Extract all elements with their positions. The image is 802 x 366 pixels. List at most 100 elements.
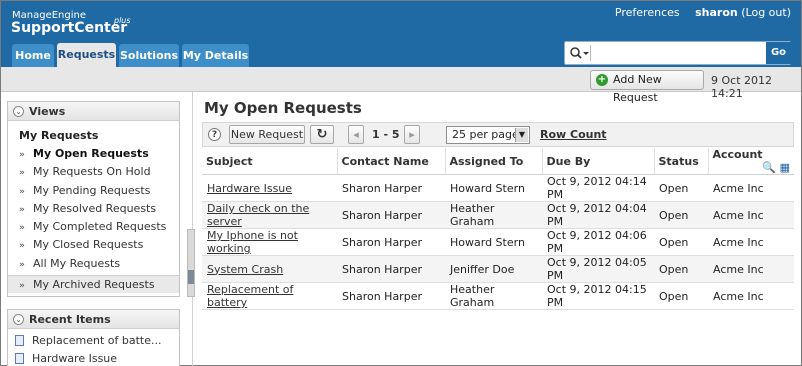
views-header[interactable]: ⌄ Views xyxy=(8,102,179,121)
due-by: Oct 9, 2012 04:15 PM xyxy=(542,282,654,310)
account: Acme Inc xyxy=(708,255,794,283)
contact-name: Sharon Harper xyxy=(337,201,445,229)
column-account-label: Account xyxy=(712,148,763,161)
recent-item-label: Replacement of batte... xyxy=(32,334,162,347)
new-request-button[interactable]: New Request xyxy=(229,125,305,144)
view-my-completed-requests[interactable]: » My Completed Requests xyxy=(8,218,179,236)
column-chooser-icon[interactable]: ▦ xyxy=(780,161,790,174)
table-row[interactable]: System Crash Sharon Harper Jeniffer Doe … xyxy=(202,255,794,283)
account: Acme Inc xyxy=(708,201,794,229)
column-contact-name[interactable]: Contact Name xyxy=(337,148,446,175)
prev-page-button[interactable]: ◂ xyxy=(348,125,364,144)
table-row[interactable]: My Iphone is not working Sharon Harper H… xyxy=(202,228,794,256)
double-chevron-icon: » xyxy=(19,223,25,234)
contact-name: Sharon Harper xyxy=(337,255,445,283)
assigned-to: Heather Graham xyxy=(445,201,542,229)
status: Open xyxy=(654,201,708,229)
request-subject-link[interactable]: Daily check on the server xyxy=(207,202,309,228)
chevron-down-icon xyxy=(583,52,589,55)
view-my-open-requests[interactable]: » My Open Requests xyxy=(8,145,179,163)
view-my-archived-requests[interactable]: » My Archived Requests xyxy=(8,275,179,294)
sidebar-splitter[interactable] xyxy=(187,229,195,297)
views-panel: ⌄ Views My Requests » My Open Requests » M… xyxy=(7,101,180,297)
account: Acme Inc xyxy=(708,228,794,256)
view-label: My Completed Requests xyxy=(33,220,167,234)
request-subject-link[interactable]: Hardware Issue xyxy=(207,182,292,195)
due-by: Oct 9, 2012 04:14 PM xyxy=(542,174,654,202)
collapse-icon[interactable]: ⌄ xyxy=(13,106,24,117)
status: Open xyxy=(654,174,708,202)
search-input[interactable] xyxy=(564,41,791,65)
view-my-requests-on-hold[interactable]: » My Requests On Hold xyxy=(8,163,179,181)
view-label: My Closed Requests xyxy=(33,238,144,252)
due-by: Oct 9, 2012 04:05 PM xyxy=(542,255,654,283)
tab-solutions[interactable]: Solutions xyxy=(119,44,179,67)
brand-product[interactable]: SupportCenter xyxy=(11,20,127,36)
logout-link[interactable]: (Log out) xyxy=(741,6,791,19)
due-by: Oct 9, 2012 04:04 PM xyxy=(542,201,654,229)
double-chevron-icon: » xyxy=(19,186,25,197)
grid-toolbar: ? New Request ↻ ◂ 1 - 5 ▸ 25 per page ▼ … xyxy=(202,122,794,147)
recent-item-label: Hardware Issue xyxy=(32,352,118,365)
double-chevron-icon: » xyxy=(19,204,25,215)
add-new-request-label: Add New Request xyxy=(613,73,662,104)
current-user: sharon xyxy=(695,6,738,19)
views-header-label: Views xyxy=(29,105,66,118)
search-icon[interactable]: 🔍 xyxy=(762,161,776,174)
collapse-arrow-icon[interactable] xyxy=(188,270,194,284)
due-by: Oct 9, 2012 04:06 PM xyxy=(542,228,654,256)
help-icon[interactable]: ? xyxy=(208,128,221,141)
add-new-request-button[interactable]: + Add New Request xyxy=(590,70,704,104)
search-scope-dropdown[interactable] xyxy=(568,45,591,61)
per-page-select[interactable]: 25 per page ▼ xyxy=(446,126,530,144)
account: Acme Inc xyxy=(708,174,794,202)
tab-my-details[interactable]: My Details xyxy=(182,44,249,67)
contact-name: Sharon Harper xyxy=(337,228,445,256)
table-row[interactable]: Replacement of battery Sharon Harper Hea… xyxy=(202,282,794,310)
tab-requests[interactable]: Requests xyxy=(57,43,116,67)
assigned-to: Howard Stern xyxy=(445,228,542,256)
column-due-by[interactable]: Due By xyxy=(542,148,655,175)
request-subject-link[interactable]: My Iphone is not working xyxy=(207,229,298,255)
request-subject-link[interactable]: Replacement of battery xyxy=(207,283,293,309)
double-chevron-icon: » xyxy=(19,241,25,252)
status: Open xyxy=(654,228,708,256)
assigned-to: Howard Stern xyxy=(445,174,542,202)
column-assigned-to[interactable]: Assigned To xyxy=(445,148,543,175)
tab-home[interactable]: Home xyxy=(12,44,54,67)
account: Acme Inc xyxy=(708,282,794,310)
plus-icon: + xyxy=(596,74,608,86)
chevron-right-icon: ▸ xyxy=(409,128,415,141)
chevron-down-icon: ▼ xyxy=(515,128,528,142)
next-page-button[interactable]: ▸ xyxy=(404,125,420,144)
view-label: My Open Requests xyxy=(33,147,149,160)
column-subject[interactable]: Subject xyxy=(202,148,338,175)
view-all-my-requests[interactable]: » All My Requests xyxy=(8,255,179,273)
assigned-to: Jeniffer Doe xyxy=(445,255,542,283)
preferences-link[interactable]: Preferences xyxy=(615,6,680,19)
per-page-value: 25 per page xyxy=(452,128,519,141)
recent-items-header[interactable]: ⌄ Recent Items xyxy=(8,310,179,329)
recent-item[interactable]: Replacement of batte... xyxy=(8,332,179,350)
refresh-button[interactable]: ↻ xyxy=(310,125,334,144)
view-my-resolved-requests[interactable]: » My Resolved Requests xyxy=(8,200,179,218)
view-my-pending-requests[interactable]: » My Pending Requests xyxy=(8,182,179,200)
column-status[interactable]: Status xyxy=(654,148,709,175)
table-row[interactable]: Hardware Issue Sharon Harper Howard Ster… xyxy=(202,174,794,202)
recent-item[interactable]: Hardware Issue xyxy=(8,350,179,366)
search-go-button[interactable]: Go xyxy=(766,42,791,64)
chevron-left-icon: ◂ xyxy=(353,128,359,141)
view-label: My Resolved Requests xyxy=(33,201,157,215)
table-header-row: Subject Contact Name Assigned To Due By … xyxy=(202,148,794,175)
collapse-icon[interactable]: ⌄ xyxy=(13,314,24,325)
column-account[interactable]: Account 🔍 ▦ xyxy=(708,148,794,175)
top-links: Preferences sharon (Log out) xyxy=(615,6,791,19)
status: Open xyxy=(654,282,708,310)
row-count-link[interactable]: Row Count xyxy=(540,128,607,141)
view-label: All My Requests xyxy=(33,256,121,270)
document-icon xyxy=(15,335,24,346)
view-label: My Archived Requests xyxy=(33,278,155,292)
request-subject-link[interactable]: System Crash xyxy=(207,263,283,276)
table-row[interactable]: Daily check on the server Sharon Harper … xyxy=(202,201,794,229)
view-my-closed-requests[interactable]: » My Closed Requests xyxy=(8,236,179,254)
